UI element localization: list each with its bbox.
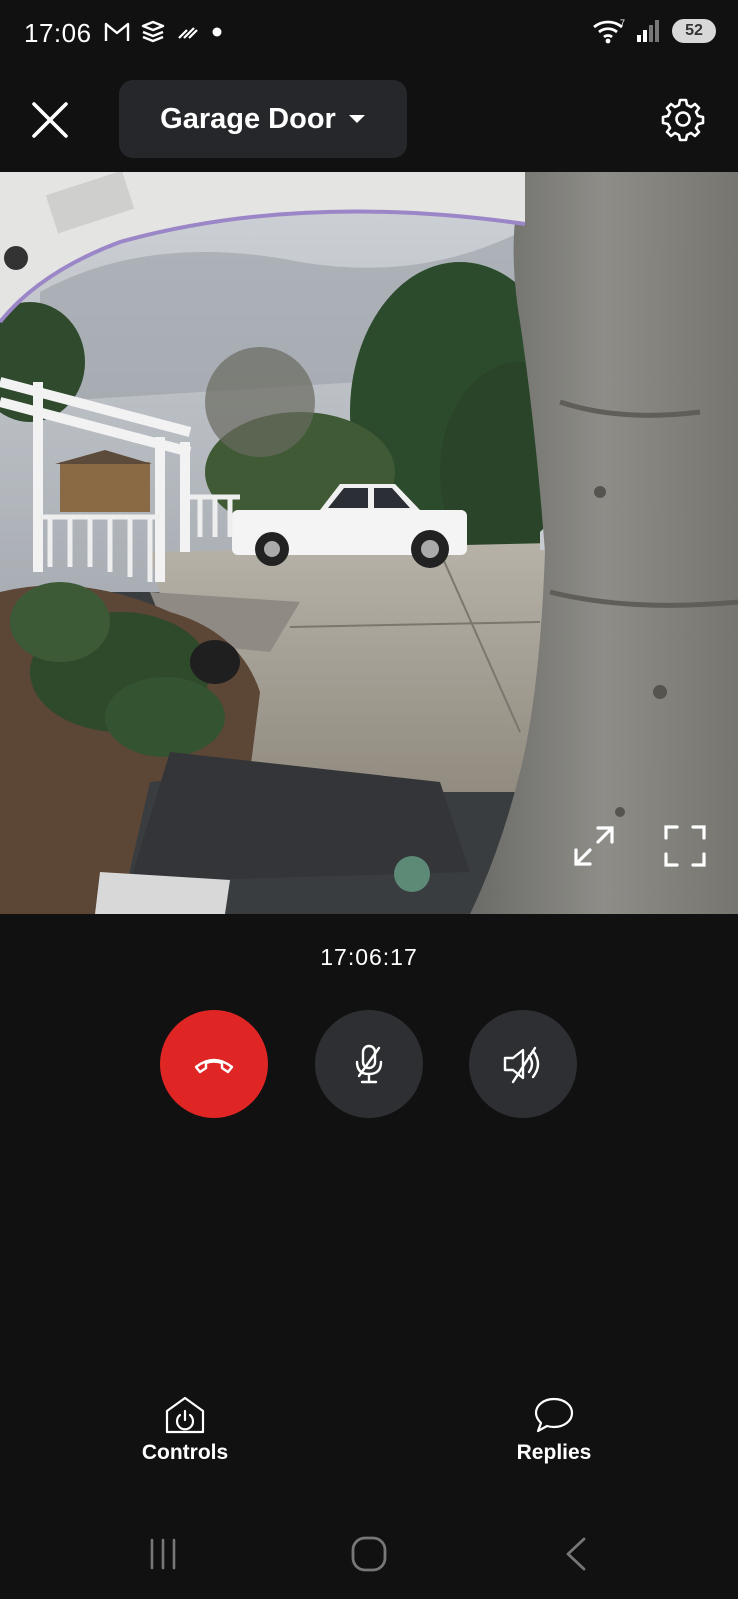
home-icon xyxy=(351,1536,387,1572)
controls-label: Controls xyxy=(141,1441,229,1464)
home-button[interactable] xyxy=(339,1529,399,1579)
status-time: 17:06 xyxy=(24,18,92,48)
call-timestamp: 17:06:17 xyxy=(320,944,418,970)
hang-up-icon xyxy=(194,1058,234,1074)
wifi-icon: 7 xyxy=(593,18,625,44)
speaker-toggle-button[interactable] xyxy=(469,1010,577,1118)
hang-up-button[interactable] xyxy=(160,1010,268,1118)
device-selector[interactable]: Garage Door xyxy=(119,80,407,158)
dot-icon xyxy=(212,27,222,37)
settings-button[interactable] xyxy=(660,96,706,142)
speaker-off-icon xyxy=(503,1046,540,1084)
status-bar: 17:06 7 52 xyxy=(0,0,738,70)
mute-microphone-button[interactable] xyxy=(315,1010,423,1118)
battery-icon: 52 xyxy=(672,19,716,43)
caret-down-icon xyxy=(348,115,365,123)
gear-icon xyxy=(661,98,705,142)
replies-label: Replies xyxy=(516,1441,592,1464)
home-power-icon xyxy=(165,1396,205,1434)
chat-bubble-icon xyxy=(534,1397,574,1433)
back-icon xyxy=(566,1537,586,1571)
system-nav-bar xyxy=(0,1515,738,1599)
fullscreen-icon xyxy=(664,825,706,867)
system-icons: 7 52 xyxy=(592,18,716,44)
recent-apps-button[interactable] xyxy=(133,1529,193,1579)
controls-button[interactable]: Controls xyxy=(105,1395,265,1465)
notification-icons xyxy=(104,20,224,44)
fullscreen-button[interactable] xyxy=(661,822,709,870)
app-icon xyxy=(141,20,165,43)
top-bar: Garage Door xyxy=(0,78,738,160)
svg-text:7: 7 xyxy=(620,18,625,28)
back-button[interactable] xyxy=(547,1529,607,1579)
device-name: Garage Door xyxy=(160,102,336,135)
close-icon xyxy=(32,102,68,138)
live-video-feed[interactable] xyxy=(0,172,738,914)
replies-button[interactable]: Replies xyxy=(474,1395,634,1465)
camera-image xyxy=(0,172,738,914)
expand-button[interactable] xyxy=(570,822,618,870)
close-button[interactable] xyxy=(26,96,74,144)
mic-off-icon xyxy=(355,1044,383,1084)
cell-signal-icon xyxy=(637,20,659,42)
signal-app-icon xyxy=(178,27,198,39)
expand-icon xyxy=(574,826,614,866)
gmail-icon xyxy=(104,22,130,41)
recent-apps-icon xyxy=(150,1538,176,1570)
call-controls xyxy=(0,1010,738,1120)
bottom-actions: Controls Replies xyxy=(0,1395,738,1495)
